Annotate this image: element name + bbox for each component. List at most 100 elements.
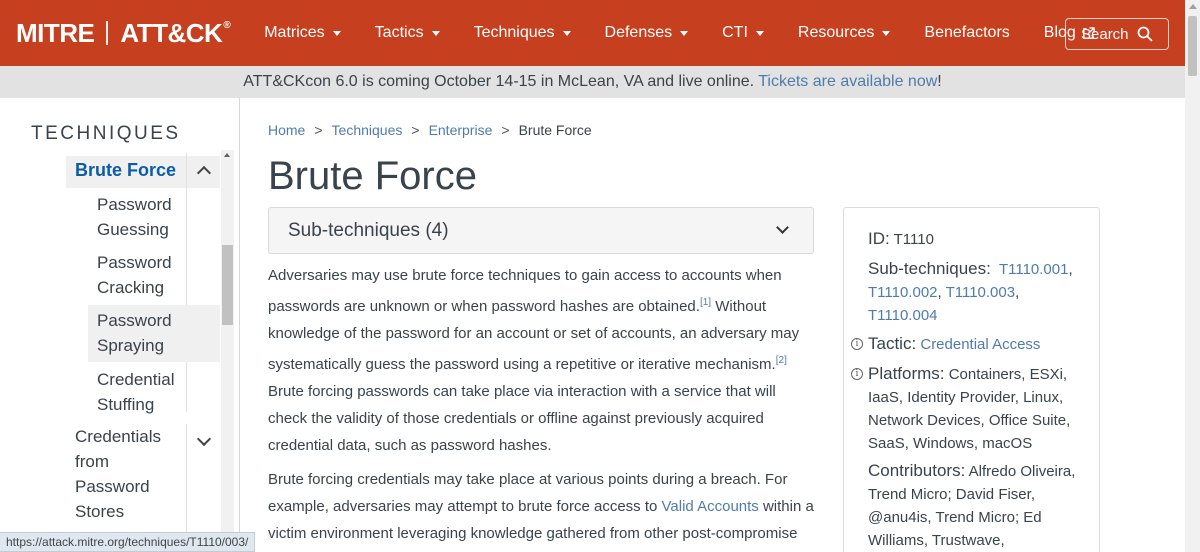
subtechnique-link[interactable]: T1110.002: [868, 284, 938, 301]
breadcrumb: Home > Techniques > Enterprise > Brute Force: [268, 122, 592, 138]
nav-cti[interactable]: CTI: [722, 24, 764, 42]
card-subtechniques: Sub-techniques: T1110.001, T1110.002, T1…: [868, 259, 1073, 324]
caret-down-icon: [332, 30, 341, 36]
nav-resources-label: Resources: [797, 24, 875, 41]
banner-tickets-link[interactable]: Tickets are available now: [758, 73, 937, 90]
card-tactic: Tactic: Credential Access: [868, 332, 1088, 356]
nav-tactics-label: Tactics: [374, 24, 424, 41]
logo-mitre: MITRE: [16, 17, 95, 48]
logo-registered-mark: ®: [223, 19, 231, 31]
nav-matrices-label: Matrices: [264, 24, 325, 41]
card-contributors: Contributors: Alfredo Oliveira, Trend Mi…: [868, 459, 1088, 552]
subitem-label-line: Spraying: [97, 336, 165, 355]
sidebar-subitem-password-spraying[interactable]: Password Spraying: [88, 305, 220, 362]
subtechnique-link[interactable]: T1110.004: [868, 307, 938, 324]
breadcrumb-separator: >: [314, 122, 323, 138]
card-contributors-key: Contributors:: [868, 461, 966, 480]
top-navbar: MITRE ATT&CK ® Matrices Tactics Techniqu…: [0, 0, 1185, 66]
info-icon[interactable]: i: [851, 338, 863, 350]
technique-info-card: ID: T1110 Sub-techniques: T1110.001, T11…: [843, 207, 1100, 552]
nav-techniques-label: Techniques: [473, 24, 555, 41]
sidebar-subitem-password-guessing[interactable]: Password Guessing: [88, 190, 220, 246]
breadcrumb-home[interactable]: Home: [268, 122, 305, 138]
scrollbar-thumb[interactable]: [1188, 16, 1197, 76]
item-label-line: Password: [75, 477, 150, 496]
breadcrumb-techniques[interactable]: Techniques: [332, 122, 403, 138]
sub-techniques-label: Sub-techniques (4): [288, 220, 449, 241]
nav-defenses-label: Defenses: [604, 24, 673, 41]
nav-matrices[interactable]: Matrices: [264, 24, 341, 42]
reference-link-1[interactable]: [1]: [700, 297, 711, 308]
card-id-key: ID:: [868, 229, 890, 248]
desc-text: Brute forcing passwords can take place v…: [268, 383, 776, 454]
item-label-line: Stores: [75, 502, 125, 521]
subitem-label-line: Guessing: [97, 220, 169, 239]
sidebar-subitem-credential-stuffing[interactable]: Credential Stuffing: [88, 365, 220, 421]
nav-defenses[interactable]: Defenses: [605, 24, 689, 42]
valid-accounts-link[interactable]: Valid Accounts: [662, 498, 759, 515]
subitem-label-line: Password: [97, 253, 172, 272]
item-label-line: from: [75, 452, 109, 471]
nav-tactics[interactable]: Tactics: [375, 24, 440, 42]
card-tactic-key: Tactic:: [868, 334, 917, 353]
card-id-value: T1110: [893, 231, 934, 248]
sub-techniques-accordion[interactable]: Sub-techniques (4): [268, 207, 814, 254]
search-button-label: Search: [1081, 25, 1129, 43]
description-paragraph-2: Brute forcing credentials may take place…: [268, 466, 818, 547]
sidebar-subitem-password-cracking[interactable]: Password Cracking: [88, 248, 220, 304]
reference-link-2[interactable]: [2]: [776, 355, 787, 366]
description-paragraph-1: Adversaries may use brute force techniqu…: [268, 262, 818, 459]
nav-resources[interactable]: Resources: [797, 24, 891, 42]
card-platforms-key: Platforms:: [868, 364, 945, 383]
sidebar-scrollbar[interactable]: [221, 150, 234, 552]
page-title: Brute Force: [268, 154, 477, 198]
sidebar-title: TECHNIQUES: [31, 123, 181, 144]
nav-cti-label: CTI: [722, 24, 748, 41]
sidebar-list: Brute Force Password Guessing Password C…: [0, 153, 220, 552]
sidebar-active-label[interactable]: Brute Force: [75, 160, 176, 181]
scroll-up-arrow-icon[interactable]: [1189, 4, 1197, 9]
nav-menu: Matrices Tactics Techniques Defenses CTI…: [264, 24, 1129, 42]
caret-down-icon: [755, 30, 764, 36]
logo-divider: [106, 21, 109, 45]
subtechnique-link[interactable]: T1110.001: [999, 261, 1069, 278]
search-icon: [1137, 26, 1153, 42]
nav-techniques[interactable]: Techniques: [474, 24, 571, 42]
nav-benefactors[interactable]: Benefactors: [924, 24, 1009, 42]
chevron-down-icon[interactable]: [196, 431, 212, 447]
caret-down-icon: [562, 30, 571, 36]
techniques-sidebar: TECHNIQUES Brute Force Password Guessing…: [0, 98, 240, 552]
subitem-label-line: Credential: [97, 370, 175, 389]
caret-down-icon: [431, 30, 440, 36]
logo-attack: ATT&CK: [120, 17, 223, 48]
page-scrollbar[interactable]: [1185, 0, 1200, 552]
sidebar-item-credentials-from-password-stores[interactable]: Credentials from Password Stores: [75, 424, 185, 524]
card-sub-key: Sub-techniques:: [868, 259, 991, 278]
breadcrumb-current: Brute Force: [518, 122, 592, 138]
subitem-label-line: Password: [97, 195, 172, 214]
subitem-label-line: Stuffing: [97, 395, 155, 414]
info-icon[interactable]: i: [851, 368, 863, 380]
card-id: ID: T1110: [868, 227, 1088, 251]
banner-text: ATT&CKcon 6.0 is coming October 14-15 in…: [243, 73, 755, 90]
subitem-label-line: Cracking: [97, 278, 165, 297]
scroll-up-arrow-icon[interactable]: [224, 153, 230, 157]
caret-down-icon: [680, 30, 689, 36]
banner-suffix: !: [937, 73, 942, 90]
sidebar-scrollbar-thumb[interactable]: [222, 245, 233, 325]
mitre-attack-logo[interactable]: MITRE ATT&CK ®: [16, 17, 231, 49]
breadcrumb-enterprise[interactable]: Enterprise: [429, 122, 493, 138]
card-platforms: Platforms: Containers, ESXi, IaaS, Ident…: [868, 362, 1088, 455]
search-button[interactable]: Search: [1065, 18, 1169, 50]
announcement-banner: ATT&CKcon 6.0 is coming October 14-15 in…: [0, 66, 1185, 98]
breadcrumb-separator: >: [411, 122, 420, 138]
nav-benefactors-label: Benefactors: [924, 24, 1010, 41]
breadcrumb-separator: >: [501, 122, 510, 138]
subtechnique-link[interactable]: T1110.003: [946, 284, 1016, 301]
status-bar-url: https://attack.mitre.org/techniques/T111…: [0, 532, 256, 552]
subitem-label-line: Password: [97, 311, 172, 330]
tactic-link[interactable]: Credential Access: [920, 336, 1040, 353]
caret-down-icon: [882, 30, 891, 36]
chevron-down-icon: [776, 221, 789, 234]
item-label-line: Credentials: [75, 427, 161, 446]
